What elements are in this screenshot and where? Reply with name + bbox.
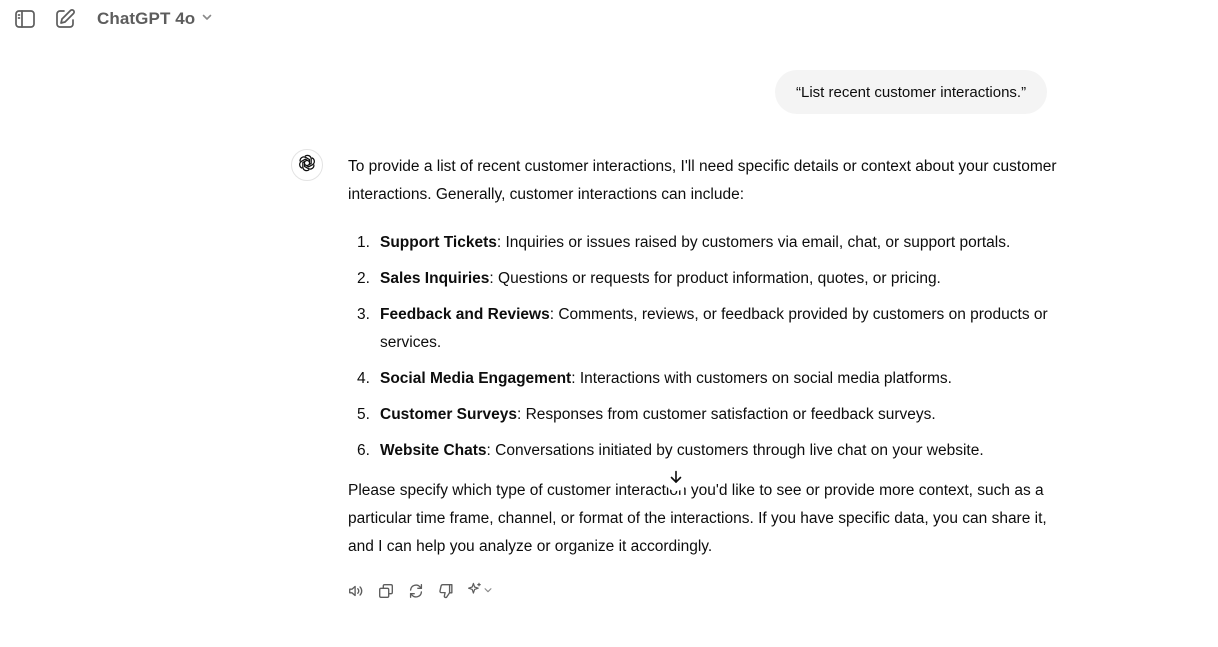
openai-logo-icon <box>297 153 317 178</box>
list-item-title: Customer Surveys <box>380 406 517 423</box>
list-item: 1. Support Tickets: Inquiries or issues r… <box>348 229 1060 257</box>
list-item: 5. Customer Surveys: Responses from custo… <box>348 401 1060 429</box>
user-message-bubble: “List recent customer interactions.” <box>775 70 1048 114</box>
copy-icon[interactable] <box>374 579 398 603</box>
list-item: 3. Feedback and Reviews: Comments, review… <box>348 301 1060 357</box>
sidebar-toggle-icon[interactable] <box>12 6 38 32</box>
read-aloud-icon[interactable] <box>344 579 368 603</box>
list-item-title: Support Tickets <box>380 234 497 251</box>
top-bar: ChatGPT 4o <box>0 0 1218 38</box>
user-message-text: “List recent customer interactions.” <box>796 83 1027 101</box>
list-item-title: Feedback and Reviews <box>380 306 550 323</box>
list-item-title: Social Media Engagement <box>380 370 572 387</box>
list-item-text: : Questions or requests for product info… <box>489 270 941 287</box>
assistant-outro: Please specify which type of customer in… <box>348 482 1047 555</box>
arrow-down-icon <box>668 469 684 490</box>
model-switch-button[interactable] <box>464 579 496 603</box>
list-item: 2. Sales Inquiries: Questions or requests… <box>348 265 1060 293</box>
assistant-message: To provide a list of recent customer int… <box>348 153 1060 561</box>
assistant-avatar <box>291 149 323 181</box>
regenerate-icon[interactable] <box>404 579 428 603</box>
list-number: 3. <box>357 306 370 323</box>
list-item-text: : Conversations initiated by customers t… <box>486 442 984 459</box>
interaction-types-list: 1. Support Tickets: Inquiries or issues r… <box>348 229 1060 465</box>
model-name: ChatGPT 4o <box>97 9 196 28</box>
sparkle-icon <box>467 581 483 602</box>
assistant-intro: To provide a list of recent customer int… <box>348 158 1057 203</box>
list-number: 6. <box>357 442 370 459</box>
list-item: 6. Website Chats: Conversations initiated… <box>348 437 1060 465</box>
list-number: 1. <box>357 234 370 251</box>
list-item: 4. Social Media Engagement: Interactions … <box>348 365 1060 393</box>
list-number: 5. <box>357 406 370 423</box>
list-item-title: Sales Inquiries <box>380 270 490 287</box>
list-number: 2. <box>357 270 370 287</box>
message-actions <box>344 579 496 603</box>
list-item-text: : Responses from customer satisfaction o… <box>516 406 936 423</box>
chevron-down-icon <box>483 582 493 600</box>
new-chat-icon[interactable] <box>52 6 78 32</box>
list-item-title: Website Chats <box>380 442 487 459</box>
list-item-text: : Interactions with customers on social … <box>571 370 952 387</box>
thumbs-down-icon[interactable] <box>434 579 458 603</box>
list-item-text: : Inquiries or issues raised by customer… <box>496 234 1011 251</box>
chevron-down-icon <box>201 10 213 28</box>
list-number: 4. <box>357 370 370 387</box>
scroll-to-bottom-button[interactable] <box>664 467 688 491</box>
model-selector[interactable]: ChatGPT 4o <box>97 7 213 31</box>
